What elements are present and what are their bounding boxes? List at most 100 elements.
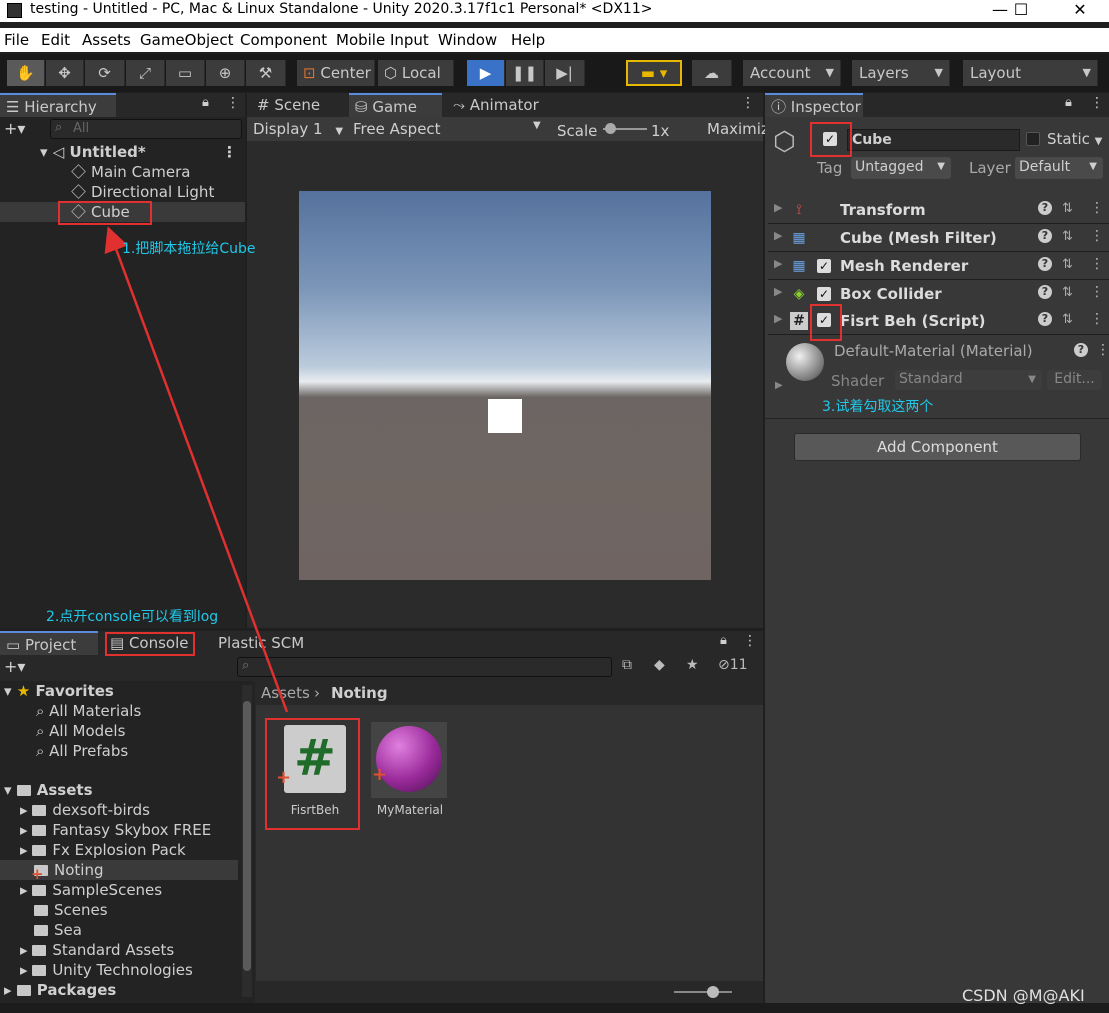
- hierarchy-item-main-camera[interactable]: Main Camera: [71, 163, 190, 181]
- hierarchy-search-input[interactable]: ⌕ All: [50, 119, 242, 139]
- create-plus-icon[interactable]: +▾: [4, 657, 25, 676]
- folder-noting[interactable]: Noting: [34, 861, 103, 879]
- material-menu-icon[interactable]: ⋮: [1096, 342, 1109, 358]
- layout-dropdown[interactable]: Layout ▼: [963, 60, 1098, 86]
- add-component-button[interactable]: Add Component: [794, 433, 1081, 461]
- menu-file[interactable]: File: [4, 31, 29, 49]
- component-mesh-filter[interactable]: ▶ ▦ Cube (Mesh Filter)? ⇅ ⋮: [768, 224, 1109, 252]
- scene-menu-icon[interactable]: ⋮: [222, 143, 237, 161]
- folder-fx-explosion[interactable]: ▸ Fx Explosion Pack: [20, 841, 186, 859]
- help-icon[interactable]: ?: [1038, 229, 1052, 243]
- layer-dropdown[interactable]: Default ▼: [1015, 157, 1103, 179]
- menu-assets[interactable]: Assets: [82, 31, 131, 49]
- play-button[interactable]: ▶: [467, 60, 505, 86]
- tree-assets[interactable]: ▾ Assets: [4, 781, 93, 799]
- component-mesh-renderer[interactable]: ▶ ▦ ✓ Mesh Renderer? ⇅ ⋮: [768, 252, 1109, 280]
- more-menu-icon[interactable]: ⋮: [226, 95, 240, 111]
- component-menu-icon[interactable]: ⋮: [1090, 228, 1104, 244]
- scale-tool-icon[interactable]: ⤢: [126, 60, 165, 86]
- settings-icon[interactable]: ⇅: [1062, 285, 1073, 300]
- tree-favorites[interactable]: ▾ ★ Favorites: [4, 682, 114, 700]
- scrollbar-thumb[interactable]: [243, 701, 251, 971]
- hierarchy-item-directional-light[interactable]: Directional Light: [71, 183, 214, 201]
- folder-samplescenes[interactable]: ▸ SampleScenes: [20, 881, 162, 899]
- favorite-star-icon[interactable]: ★: [686, 657, 699, 673]
- collab-button[interactable]: ▬ ▾: [626, 60, 682, 86]
- mesh-renderer-checkbox[interactable]: ✓: [817, 259, 831, 273]
- hand-tool-icon[interactable]: ✋: [7, 60, 45, 86]
- component-menu-icon[interactable]: ⋮: [1090, 311, 1104, 327]
- breadcrumb-noting[interactable]: Noting: [331, 684, 388, 702]
- step-button[interactable]: ▶|: [545, 60, 585, 86]
- filter-label-icon[interactable]: ◆: [654, 657, 665, 673]
- layers-dropdown[interactable]: Layers ▼: [852, 60, 950, 86]
- folder-sea[interactable]: Sea: [34, 921, 82, 939]
- tab-inspector[interactable]: ⓘ Inspector: [765, 93, 863, 117]
- move-tool-icon[interactable]: ✥: [46, 60, 84, 86]
- help-icon[interactable]: ?: [1038, 201, 1052, 215]
- settings-icon[interactable]: ⇅: [1062, 257, 1073, 272]
- menu-help[interactable]: Help: [511, 31, 545, 49]
- help-icon[interactable]: ?: [1038, 257, 1052, 271]
- lock-icon[interactable]: 🔒︎: [720, 633, 727, 648]
- component-menu-icon[interactable]: ⋮: [1090, 200, 1104, 216]
- tag-dropdown[interactable]: Untagged ▼: [851, 157, 951, 179]
- rotate-tool-icon[interactable]: ⟳: [85, 60, 125, 86]
- zoom-slider-track[interactable]: [674, 991, 732, 993]
- tab-project[interactable]: ▭ Project: [0, 631, 98, 655]
- favorite-all-materials[interactable]: ⌕ All Materials: [36, 702, 141, 720]
- menu-edit[interactable]: Edit: [41, 31, 70, 49]
- hidden-packages-toggle[interactable]: ⊘11: [718, 657, 748, 673]
- more-menu-icon[interactable]: ⋮: [743, 633, 757, 649]
- menu-mobile-input[interactable]: Mobile Input: [336, 31, 429, 49]
- maximize-on-play[interactable]: Maximiz: [707, 120, 769, 138]
- help-icon[interactable]: ?: [1074, 343, 1088, 357]
- component-transform[interactable]: ▶ ⟟ Transform? ⇅ ⋮: [768, 196, 1109, 224]
- lock-icon[interactable]: 🔒︎: [202, 95, 209, 110]
- filter-type-icon[interactable]: ⧉: [622, 657, 632, 673]
- settings-icon[interactable]: ⇅: [1062, 312, 1073, 327]
- settings-icon[interactable]: ⇅: [1062, 201, 1073, 216]
- aspect-dropdown[interactable]: Free Aspect ▼: [353, 120, 543, 138]
- static-dropdown[interactable]: Static ▼: [1047, 130, 1102, 148]
- maximize-button[interactable]: ☐: [1001, 0, 1041, 22]
- box-collider-checkbox[interactable]: ✓: [817, 287, 831, 301]
- tab-hierarchy[interactable]: ☰ Hierarchy: [0, 93, 116, 117]
- lock-icon[interactable]: 🔒︎: [1065, 95, 1072, 110]
- favorite-all-models[interactable]: ⌕ All Models: [36, 722, 125, 740]
- scale-slider-handle[interactable]: [605, 123, 616, 134]
- rect-tool-icon[interactable]: ▭: [166, 60, 205, 86]
- account-dropdown[interactable]: Account ▼: [743, 60, 841, 86]
- custom-tool-icon[interactable]: ⚒: [246, 60, 286, 86]
- folder-scenes[interactable]: Scenes: [34, 901, 108, 919]
- create-plus-icon[interactable]: +▾: [4, 119, 25, 138]
- cloud-icon[interactable]: ☁: [692, 60, 732, 86]
- project-search-input[interactable]: ⌕: [237, 657, 612, 677]
- settings-icon[interactable]: ⇅: [1062, 229, 1073, 244]
- object-name-input[interactable]: Cube: [847, 129, 1020, 151]
- pivot-center-button[interactable]: ⊡ Center: [297, 60, 375, 86]
- game-viewport[interactable]: [299, 191, 711, 580]
- help-icon[interactable]: ?: [1038, 312, 1052, 326]
- menu-gameobject[interactable]: GameObject: [140, 31, 234, 49]
- folder-fantasy-skybox[interactable]: ▸ Fantasy Skybox FREE: [20, 821, 211, 839]
- help-icon[interactable]: ?: [1038, 285, 1052, 299]
- close-button[interactable]: ✕: [1060, 0, 1100, 22]
- folder-dexsoft-birds[interactable]: ▸ dexsoft-birds: [20, 801, 150, 819]
- favorite-all-prefabs[interactable]: ⌕ All Prefabs: [36, 742, 128, 760]
- component-menu-icon[interactable]: ⋮: [1090, 256, 1104, 272]
- tree-packages[interactable]: ▸ Packages: [4, 981, 116, 999]
- static-checkbox[interactable]: [1026, 132, 1040, 146]
- transform-tool-icon[interactable]: ⊕: [206, 60, 245, 86]
- zoom-slider-handle[interactable]: [707, 986, 719, 998]
- folder-standard-assets[interactable]: ▸ Standard Assets: [20, 941, 174, 959]
- breadcrumb-assets[interactable]: Assets: [261, 684, 310, 702]
- more-menu-icon[interactable]: ⋮: [1090, 95, 1104, 111]
- tab-game[interactable]: ⛁ Game: [349, 93, 442, 117]
- tab-animator[interactable]: ⤳ Animator: [447, 93, 557, 117]
- shader-edit-button[interactable]: Edit...: [1047, 370, 1102, 390]
- game-more-icon[interactable]: ⋮: [741, 95, 755, 111]
- pause-button[interactable]: ❚❚: [506, 60, 544, 86]
- tab-scene[interactable]: # Scene: [251, 93, 347, 117]
- tree-scrollbar[interactable]: [242, 685, 252, 997]
